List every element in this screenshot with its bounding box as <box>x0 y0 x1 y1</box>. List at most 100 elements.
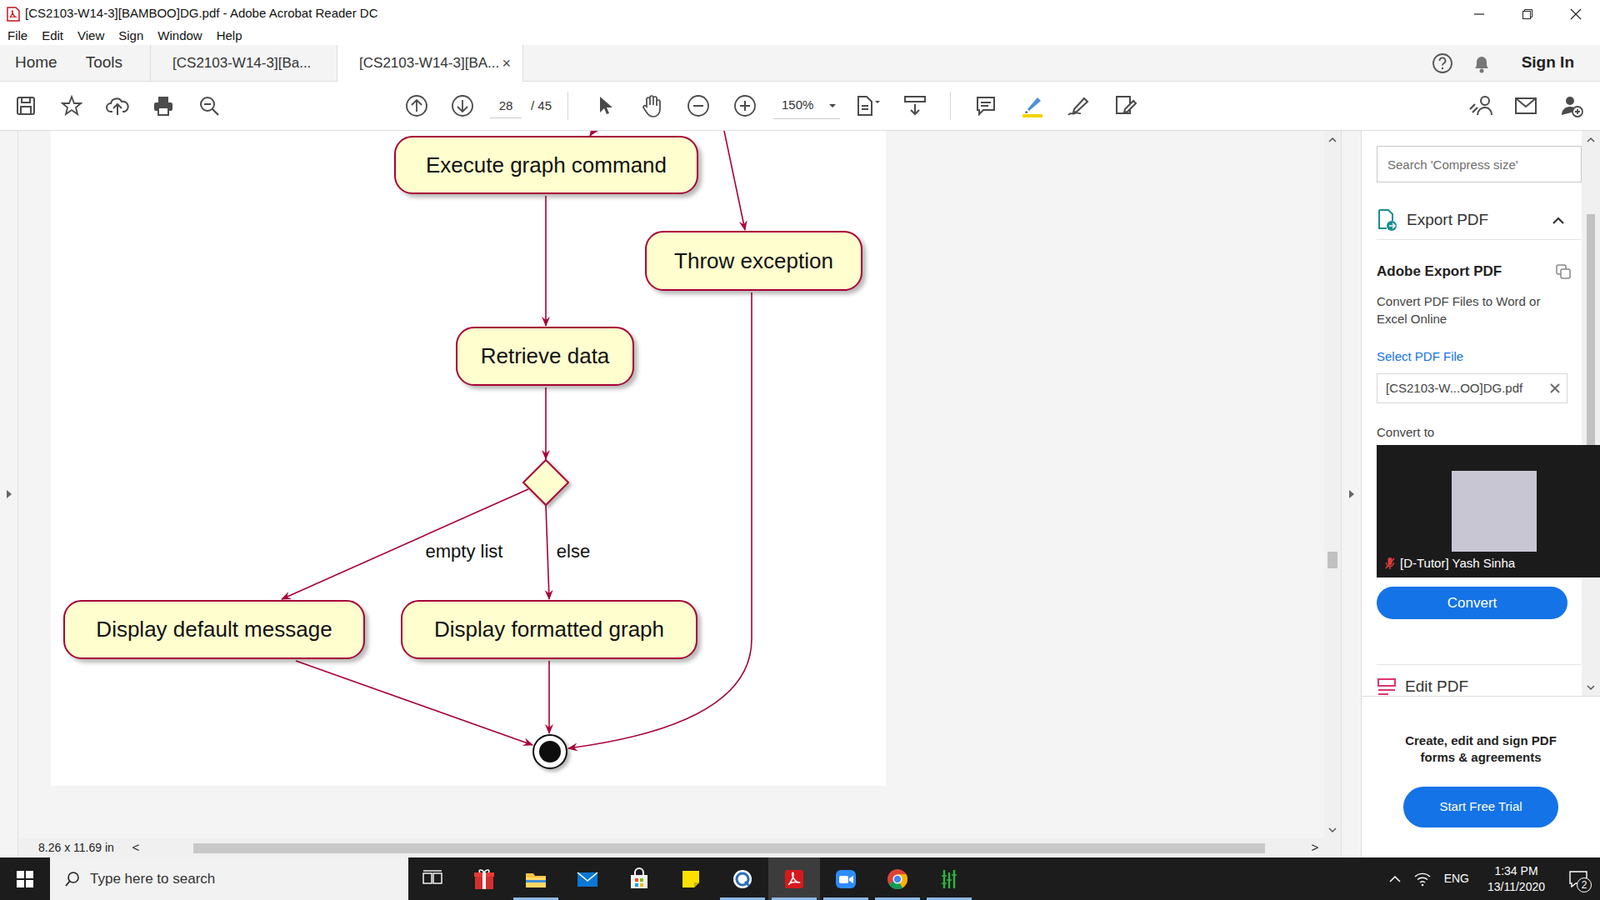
sign-in-button[interactable]: Sign In <box>1521 50 1575 75</box>
scroll-right-button[interactable]: > <box>1305 838 1325 858</box>
menu-item[interactable]: View <box>77 26 105 46</box>
collapse-arrow-icon[interactable] <box>1348 489 1355 500</box>
zoom-out-icon[interactable] <box>680 87 717 125</box>
bamboo-icon[interactable] <box>937 867 961 891</box>
export-pdf-section[interactable]: Export PDF <box>1376 200 1581 240</box>
taskbar-app[interactable] <box>768 857 820 900</box>
star-icon[interactable] <box>53 87 90 125</box>
windows-logo-icon[interactable] <box>16 870 34 888</box>
close-icon[interactable] <box>1551 0 1600 28</box>
close-tab-button[interactable]: × <box>502 52 512 75</box>
zoom-dropdown[interactable]: 150% <box>773 92 840 120</box>
pane-scrollbar[interactable] <box>1581 130 1600 696</box>
sticky-icon[interactable] <box>679 867 703 891</box>
hand-icon[interactable] <box>633 87 670 125</box>
taskbar-app[interactable] <box>510 857 562 900</box>
share-link-icon[interactable] <box>1461 87 1499 125</box>
cloud-upload-icon[interactable] <box>99 87 136 125</box>
notification-center[interactable]: 2 <box>1556 857 1600 900</box>
minimize-icon[interactable] <box>1455 0 1504 28</box>
horizontal-scrollbar[interactable] <box>145 838 1306 858</box>
cursor-icon[interactable] <box>586 87 624 125</box>
more-tools-icon[interactable] <box>1107 87 1145 125</box>
scroll-down-icon[interactable] <box>1586 685 1595 691</box>
save-icon[interactable] <box>7 87 45 125</box>
scroll-left-button[interactable]: < <box>126 838 145 858</box>
gift-icon[interactable] <box>472 867 496 891</box>
scroll-up-icon[interactable] <box>1586 136 1595 143</box>
previous-page-icon[interactable] <box>398 87 435 125</box>
qapp-icon[interactable] <box>730 867 755 891</box>
taskbar-app[interactable] <box>458 857 510 900</box>
activity-node: Execute graph command <box>394 135 699 195</box>
start-button[interactable] <box>0 857 50 900</box>
document-tab[interactable]: [CS2103-W14-3][BA...× <box>336 45 524 82</box>
taskbar-app[interactable] <box>665 857 717 900</box>
fit-page-icon[interactable] <box>850 87 887 125</box>
chrome-icon[interactable] <box>885 867 910 891</box>
mail-icon[interactable] <box>575 867 600 891</box>
taskbar-app[interactable] <box>406 857 459 900</box>
menu-item[interactable]: Edit <box>41 26 64 46</box>
zoom-search-icon[interactable] <box>190 87 228 125</box>
page-number-field[interactable] <box>490 93 522 119</box>
scroll-thumb[interactable] <box>1327 551 1338 569</box>
collapse-chevron-icon[interactable] <box>1552 216 1565 225</box>
menu-item[interactable]: Window <box>157 26 202 46</box>
taskbar-search[interactable] <box>50 857 409 900</box>
help-icon[interactable] <box>1431 52 1454 75</box>
menu-item[interactable]: Sign <box>118 26 144 46</box>
taskbar-app[interactable] <box>561 857 614 900</box>
vertical-scrollbar[interactable] <box>1324 130 1341 839</box>
wifi-icon[interactable] <box>1407 857 1438 900</box>
taskbar-app[interactable] <box>871 857 924 900</box>
add-person-icon[interactable] <box>1553 87 1590 125</box>
zoom-icon[interactable] <box>834 867 858 891</box>
acrobat-icon[interactable] <box>782 867 806 891</box>
clear-icon[interactable] <box>1550 383 1560 394</box>
menu-item[interactable]: File <box>7 26 28 46</box>
edit-pdf-section[interactable]: Edit PDF <box>1376 664 1581 696</box>
copy-icon[interactable] <box>1555 264 1571 280</box>
document-tab[interactable]: [CS2103-W14-3][Ba... <box>150 45 337 81</box>
zoom-in-icon[interactable] <box>726 87 764 125</box>
comment-icon[interactable] <box>967 87 1005 125</box>
scroll-thumb[interactable] <box>193 843 1265 854</box>
select-file-link[interactable]: Select PDF File <box>1376 347 1581 365</box>
print-icon[interactable] <box>145 87 182 125</box>
taskview-icon[interactable] <box>420 867 445 891</box>
sign-icon[interactable] <box>1060 87 1098 125</box>
scroll-up-icon[interactable] <box>1328 136 1337 143</box>
tool-search-field[interactable] <box>1376 145 1582 183</box>
clock[interactable]: 1:34 PM13/11/2020 <box>1475 863 1557 895</box>
nav-link[interactable]: Tools <box>71 45 137 81</box>
search-field[interactable] <box>90 868 399 890</box>
taskbar-app[interactable] <box>820 857 872 900</box>
selected-file-field[interactable]: [CS2103-W...OO]DG.pdf <box>1376 373 1568 404</box>
hidden-icons-icon[interactable] <box>1382 857 1408 900</box>
free-trial-button[interactable]: Start Free Trial <box>1403 786 1559 828</box>
convert-button[interactable]: Convert <box>1376 586 1568 620</box>
left-panel-toggle[interactable] <box>0 130 19 858</box>
taskbar-app[interactable] <box>923 857 975 900</box>
video-overlay[interactable]: [D-Tutor] Yash Sinha <box>1376 445 1600 578</box>
explorer-icon[interactable] <box>524 867 548 891</box>
next-page-icon[interactable] <box>444 87 481 125</box>
scroll-mode-icon[interactable] <box>896 87 934 125</box>
scroll-thumb[interactable] <box>1586 214 1595 445</box>
menu-item[interactable]: Help <box>216 26 243 46</box>
language-indicator[interactable]: ENG <box>1437 857 1476 900</box>
taskbar-app[interactable] <box>716 857 769 900</box>
document-view[interactable]: Execute graph commandThrow exceptionRetr… <box>18 130 1325 839</box>
right-panel-toggle[interactable] <box>1340 130 1361 858</box>
status-bar: 8.26 x 11.69 in < > <box>18 838 1341 858</box>
taskbar-app[interactable] <box>613 857 665 900</box>
scroll-down-icon[interactable] <box>1328 827 1337 834</box>
expand-arrow-icon[interactable] <box>5 489 13 500</box>
restore-icon[interactable] <box>1503 0 1552 28</box>
nav-link[interactable]: Home <box>0 45 72 81</box>
bell-icon[interactable] <box>1471 52 1492 75</box>
highlight-icon[interactable] <box>1014 87 1051 125</box>
store-icon[interactable] <box>627 867 651 891</box>
mail-icon[interactable] <box>1507 87 1545 125</box>
